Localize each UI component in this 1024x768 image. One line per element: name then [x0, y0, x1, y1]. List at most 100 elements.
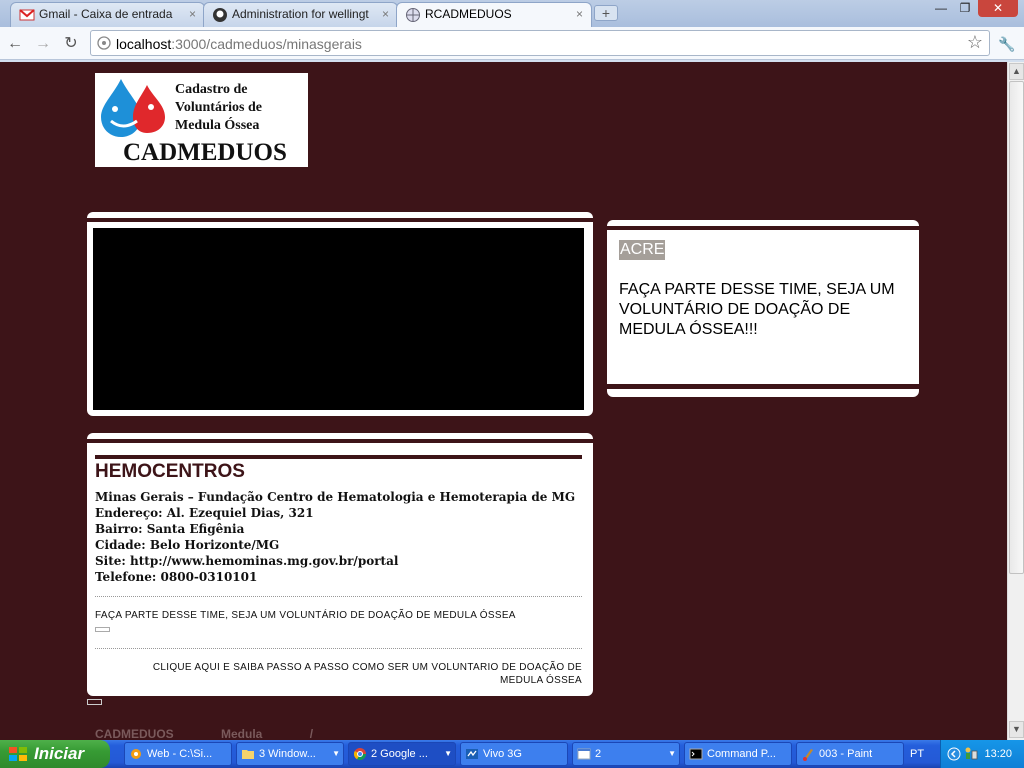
dotted-divider: [95, 648, 582, 649]
hemocentros-panel: HEMOCENTROS Minas Gerais – Fundação Cent…: [87, 433, 593, 696]
gear-icon: [131, 749, 141, 759]
tab-close-icon[interactable]: ×: [576, 3, 583, 25]
footer-link-medula[interactable]: Medula: [221, 727, 262, 740]
restore-button[interactable]: ❐: [952, 0, 978, 17]
hemocentro-address: Endereço: Al. Ezequiel Dias, 321: [95, 506, 314, 520]
join-team-button[interactable]: [95, 627, 110, 632]
chrome-icon: [353, 748, 366, 761]
hemocentro-site: Site: http://www.hemominas.mg.gov.br/por…: [95, 554, 399, 568]
logo-line-2: Voluntários de: [175, 100, 263, 115]
tab-title: Administration for wellington36: [232, 7, 369, 21]
tray-expand-icon[interactable]: [947, 746, 961, 762]
paint-icon: [803, 749, 813, 761]
site-logo[interactable]: Cadastro de Voluntários de Medula Óssea …: [95, 73, 308, 167]
video-panel: [87, 212, 593, 416]
hemocentro-name: Minas Gerais – Fundação Centro de Hemato…: [95, 490, 576, 504]
windows-taskbar: Iniciar Web - C:\Si... 3 Window... ▼ 2 G…: [0, 740, 1024, 768]
new-tab-button[interactable]: +: [594, 5, 618, 21]
tab-gmail[interactable]: Gmail - Caixa de entrada ×: [10, 2, 205, 27]
globe-icon: [406, 8, 420, 22]
network-icon: [466, 749, 478, 759]
taskbar-item-2[interactable]: 2 ▼: [572, 742, 680, 766]
taskbar-item-web[interactable]: Web - C:\Si...: [124, 742, 232, 766]
logo-line-1: Cadastro de: [175, 82, 248, 97]
taskbar-item-chrome[interactable]: 2 Google ... ▼: [348, 742, 456, 766]
bookmark-star-icon[interactable]: ☆: [967, 32, 983, 53]
hemocentro-city: Cidade: Belo Horizonte/MG: [95, 538, 280, 552]
start-label: Iniciar: [34, 744, 85, 763]
scroll-down-icon[interactable]: ▼: [1009, 721, 1024, 738]
url-path: :3000/cadmeduos/minasgerais: [171, 36, 362, 52]
back-icon[interactable]: ←: [4, 33, 26, 55]
clock[interactable]: 13:20: [984, 740, 1012, 768]
logo-tagline: Cadastro de Voluntários de Medula Óssea: [175, 81, 262, 135]
tab-strip: Gmail - Caixa de entrada × Administratio…: [0, 0, 1024, 28]
panel-divider: [607, 226, 919, 230]
task-label: 2 Google ...: [371, 748, 428, 760]
group-dropdown-icon[interactable]: ▼: [444, 743, 452, 765]
hemocentro-district: Bairro: Santa Efigênia: [95, 522, 245, 536]
close-window-button[interactable]: ✕: [978, 0, 1018, 17]
start-button[interactable]: Iniciar: [0, 740, 110, 768]
dotted-divider: [95, 596, 582, 597]
logo-line-3: Medula Óssea: [175, 118, 260, 133]
logo-brand: CADMEDUOS: [123, 139, 287, 166]
windows-flag-icon: [9, 747, 27, 761]
url-host: localhost: [116, 36, 172, 52]
task-label: Vivo 3G: [483, 748, 522, 760]
tab-rcadmeduos[interactable]: RCADMEDUOS ×: [396, 2, 592, 28]
task-label: 3 Window...: [259, 748, 316, 760]
tab-github[interactable]: Administration for wellington36 ×: [203, 2, 398, 27]
task-label: Command P...: [707, 748, 776, 760]
panel-divider: [87, 439, 593, 443]
group-dropdown-icon[interactable]: ▼: [332, 743, 340, 765]
terminal-icon: [689, 748, 703, 760]
hemocentro-details: Minas Gerais – Fundação Centro de Hemato…: [95, 489, 575, 585]
small-button[interactable]: [87, 699, 102, 705]
wrench-menu-icon[interactable]: 🔧: [996, 33, 1018, 55]
minimize-button[interactable]: —: [928, 0, 954, 17]
gmail-icon: [19, 9, 35, 21]
taskbar-item-vivo[interactable]: Vivo 3G: [460, 742, 568, 766]
panel-divider: [87, 218, 593, 222]
url-text[interactable]: localhost:3000/cadmeduos/minasgerais: [116, 36, 362, 52]
address-bar[interactable]: localhost:3000/cadmeduos/minasgerais ☆: [90, 30, 990, 56]
tab-close-icon[interactable]: ×: [189, 3, 196, 25]
state-info-panel: ACRE FAÇA PARTE DESSE TIME, SEJA UM VOLU…: [607, 220, 919, 397]
video-player[interactable]: [93, 228, 584, 410]
folder-icon: [242, 750, 254, 759]
step-by-step-link[interactable]: CLIQUE AQUI E SAIBA PASSO A PASSO COMO S…: [107, 661, 582, 687]
scrollbar-thumb[interactable]: [1009, 81, 1024, 574]
tab-title: Gmail - Caixa de entrada: [39, 7, 173, 21]
hemocentros-title: HEMOCENTROS: [95, 461, 245, 482]
footer-link-cadmeduos[interactable]: CADMEDUOS: [95, 727, 174, 740]
blood-drops-logo-icon: [101, 79, 165, 137]
github-icon: [213, 8, 227, 22]
state-label: ACRE: [619, 240, 666, 260]
title-divider: [95, 455, 582, 459]
task-label: 003 - Paint: [819, 748, 873, 760]
vertical-scrollbar[interactable]: ▲ ▼: [1007, 62, 1024, 740]
footer-separator: /: [309, 727, 314, 740]
tab-close-icon[interactable]: ×: [382, 3, 389, 25]
tab-title: RCADMEDUOS: [425, 7, 512, 21]
taskbar-item-paint[interactable]: 003 - Paint: [796, 742, 904, 766]
hemocentro-phone: Telefone: 0800-0310101: [95, 570, 258, 584]
browser-toolbar: ← → ↻ localhost:3000/cadmeduos/minasgera…: [0, 27, 1024, 60]
join-team-link[interactable]: FAÇA PARTE DESSE TIME, SEJA UM VOLUNTÁRI…: [95, 610, 516, 621]
task-label: 2: [595, 748, 602, 760]
footer-nav: CADMEDUOS Medula /: [95, 727, 357, 740]
scroll-up-icon[interactable]: ▲: [1009, 63, 1024, 80]
taskbar-item-windows[interactable]: 3 Window... ▼: [236, 742, 344, 766]
forward-icon[interactable]: →: [32, 33, 54, 55]
network-connection-icon[interactable]: [963, 746, 979, 762]
task-label: Web - C:\Si...: [147, 748, 213, 760]
language-indicator[interactable]: PT: [910, 740, 924, 768]
taskbar-item-command-prompt[interactable]: Command P...: [684, 742, 792, 766]
system-tray: 13:20: [940, 740, 1024, 768]
group-dropdown-icon[interactable]: ▼: [668, 743, 676, 765]
browser-chrome: Gmail - Caixa de entrada × Administratio…: [0, 0, 1024, 62]
window-icon: [577, 748, 591, 760]
reload-icon[interactable]: ↻: [60, 33, 82, 55]
panel-divider: [607, 384, 919, 389]
